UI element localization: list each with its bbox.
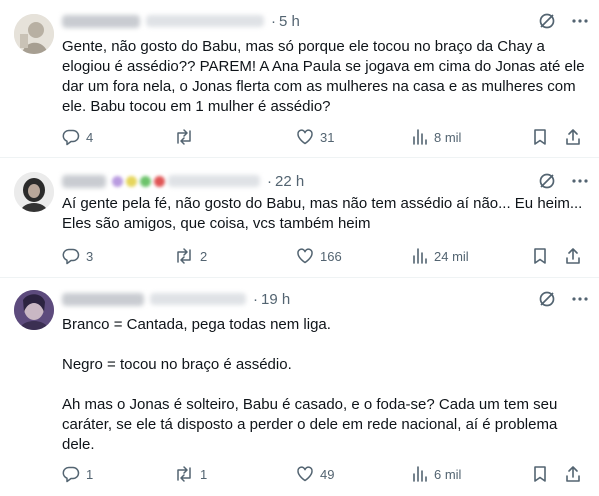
repost-button[interactable]: 1 (174, 465, 207, 483)
more-icon[interactable] (571, 12, 589, 30)
tweet-header: · 22 h (62, 171, 589, 191)
like-button[interactable]: 49 (296, 465, 334, 483)
author-name[interactable] (62, 14, 140, 28)
tweet-text: Gente, não gosto do Babu, mas só porque … (62, 38, 589, 115)
like-button[interactable]: 166 (296, 247, 342, 265)
bookmark-icon (534, 129, 546, 145)
share-button[interactable] (564, 247, 582, 265)
separator-dot: · (271, 12, 276, 30)
share-icon (566, 466, 580, 482)
name-emoji (126, 175, 137, 187)
action-bar: 1 1 49 6 mil (58, 463, 587, 485)
author-handle[interactable] (168, 175, 260, 187)
more-icon[interactable] (571, 172, 589, 190)
views-count: 6 mil (434, 466, 462, 482)
separator-dot: · (253, 290, 258, 308)
action-bar: 3 2 166 24 mil (58, 245, 587, 267)
name-emoji (140, 175, 151, 187)
repost-icon (177, 129, 191, 145)
bookmark-icon (534, 466, 546, 482)
timestamp[interactable]: 22 h (275, 173, 304, 190)
share-button[interactable] (564, 465, 582, 483)
name-emoji (112, 175, 123, 187)
tweet-header: · 5 h (62, 11, 589, 31)
reply-icon (62, 466, 80, 483)
reply-button[interactable]: 4 (62, 128, 93, 146)
reply-icon (62, 248, 80, 265)
author-handle[interactable] (150, 293, 246, 305)
repost-icon (177, 248, 191, 264)
like-count: 166 (320, 248, 342, 264)
avatar[interactable] (14, 14, 54, 54)
repost-icon (177, 466, 191, 482)
grok-icon[interactable] (537, 289, 557, 309)
author-name[interactable] (62, 292, 144, 306)
views-icon (413, 466, 427, 482)
reply-button[interactable]: 3 (62, 247, 93, 265)
views-button[interactable]: 24 mil (412, 247, 469, 265)
name-emoji (154, 175, 165, 187)
repost-count: 1 (200, 466, 208, 482)
tweet-header: · 19 h (62, 289, 589, 309)
share-icon (566, 129, 580, 145)
views-count: 24 mil (434, 248, 469, 264)
share-icon (566, 248, 580, 264)
like-count: 31 (320, 129, 335, 145)
header-actions (537, 289, 589, 309)
bookmark-button[interactable] (532, 465, 548, 483)
header-actions (537, 171, 589, 191)
timestamp[interactable]: 5 h (279, 13, 300, 30)
timestamp[interactable]: 19 h (261, 291, 290, 308)
bookmark-button[interactable] (532, 128, 548, 146)
tweet-text: Aí gente pela fé, não gosto do Babu, mas… (62, 195, 587, 232)
share-button[interactable] (564, 128, 582, 146)
separator-dot: · (267, 172, 272, 190)
reply-count: 4 (86, 129, 94, 145)
like-count: 49 (320, 466, 335, 482)
views-count: 8 mil (434, 129, 462, 145)
avatar[interactable] (14, 172, 54, 212)
tweet[interactable]: · 5 h Gente, não gosto do Babu, mas só p… (0, 0, 599, 158)
reply-feed: · 5 h Gente, não gosto do Babu, mas só p… (0, 0, 599, 496)
repost-count: 2 (200, 248, 208, 264)
like-icon (297, 248, 313, 264)
more-icon[interactable] (571, 290, 589, 308)
grok-icon[interactable] (537, 171, 557, 191)
bookmark-icon (534, 248, 546, 264)
action-bar: 4 31 8 mil (58, 126, 587, 148)
like-button[interactable]: 31 (296, 128, 334, 146)
views-button[interactable]: 8 mil (412, 128, 461, 146)
views-icon (413, 129, 427, 145)
tweet[interactable]: · 19 h Branco = Cantada, pega todas nem … (0, 278, 599, 496)
grok-icon[interactable] (537, 11, 557, 31)
repost-button[interactable]: 2 (174, 247, 207, 265)
reply-button[interactable]: 1 (62, 465, 93, 483)
author-name[interactable] (62, 174, 106, 188)
tweet[interactable]: · 22 h Aí gente pela fé, não gosto do Ba… (0, 158, 599, 278)
like-icon (297, 129, 313, 145)
reply-count: 3 (86, 248, 94, 264)
header-actions (537, 11, 589, 31)
repost-button[interactable] (174, 128, 200, 146)
reply-icon (62, 129, 80, 146)
like-icon (297, 466, 313, 482)
bookmark-button[interactable] (532, 247, 548, 265)
views-icon (413, 248, 427, 264)
author-handle[interactable] (146, 15, 264, 27)
views-button[interactable]: 6 mil (412, 465, 461, 483)
reply-count: 1 (86, 466, 94, 482)
avatar[interactable] (14, 290, 54, 330)
tweet-text: Branco = Cantada, pega todas nem liga. N… (62, 316, 558, 453)
